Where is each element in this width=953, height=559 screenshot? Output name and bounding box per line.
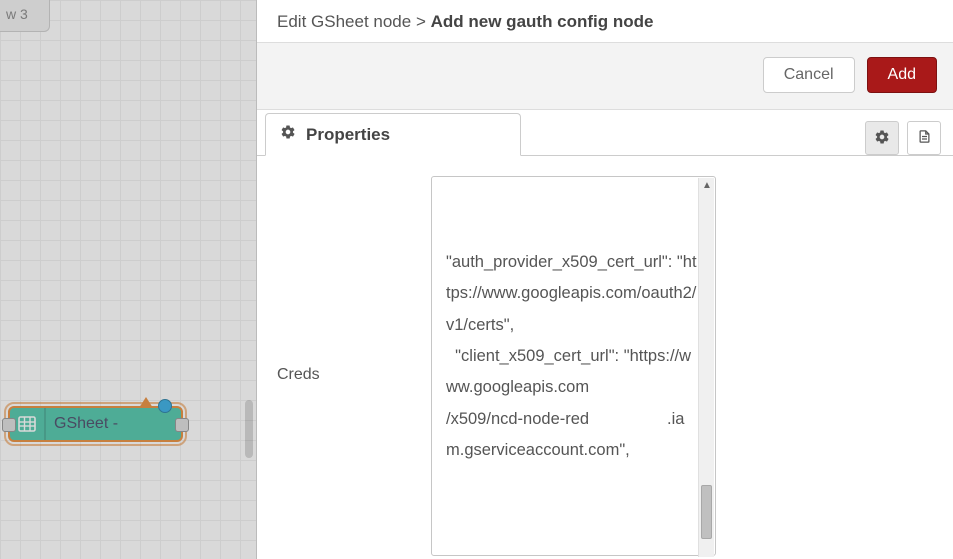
- node-docs-button[interactable]: [907, 121, 941, 155]
- tray-tabs: Properties: [257, 110, 953, 156]
- node-label: GSheet -: [54, 415, 118, 433]
- creds-field-wrap: ▲: [431, 176, 716, 559]
- properties-form: Creds ▲: [257, 156, 953, 559]
- edit-tray: Edit GSheet node > Add new gauth config …: [257, 0, 953, 559]
- creds-input[interactable]: [431, 176, 716, 556]
- gsheet-node[interactable]: GSheet -: [8, 406, 183, 442]
- document-icon: [917, 128, 932, 148]
- node-red-canvas[interactable]: w 3 GSheet -: [0, 0, 257, 559]
- tray-actions: Cancel Add: [257, 43, 953, 110]
- tab-properties[interactable]: Properties: [265, 113, 521, 156]
- canvas-dim-overlay: [0, 0, 256, 559]
- gear-icon: [280, 124, 296, 145]
- gear-icon: [874, 129, 890, 148]
- node-changed-icon: [139, 397, 153, 408]
- canvas-scrollbar[interactable]: [245, 400, 253, 458]
- node-settings-button[interactable]: [865, 121, 899, 155]
- breadcrumb-separator: >: [416, 12, 426, 31]
- flow-tab[interactable]: w 3: [0, 0, 50, 32]
- node-status-icon: [158, 399, 172, 413]
- spreadsheet-icon: [18, 415, 36, 433]
- breadcrumb: Edit GSheet node > Add new gauth config …: [257, 0, 953, 43]
- node-icon-separator: [44, 408, 46, 440]
- add-button[interactable]: Add: [867, 57, 937, 93]
- node-output-port[interactable]: [175, 418, 189, 432]
- cancel-button[interactable]: Cancel: [763, 57, 855, 93]
- breadcrumb-prev[interactable]: Edit GSheet node: [277, 12, 411, 31]
- flow-tab-label: w 3: [6, 6, 28, 22]
- tab-properties-label: Properties: [306, 125, 390, 145]
- node-input-port[interactable]: [2, 418, 16, 432]
- creds-label: Creds: [277, 176, 407, 384]
- breadcrumb-current: Add new gauth config node: [431, 12, 654, 31]
